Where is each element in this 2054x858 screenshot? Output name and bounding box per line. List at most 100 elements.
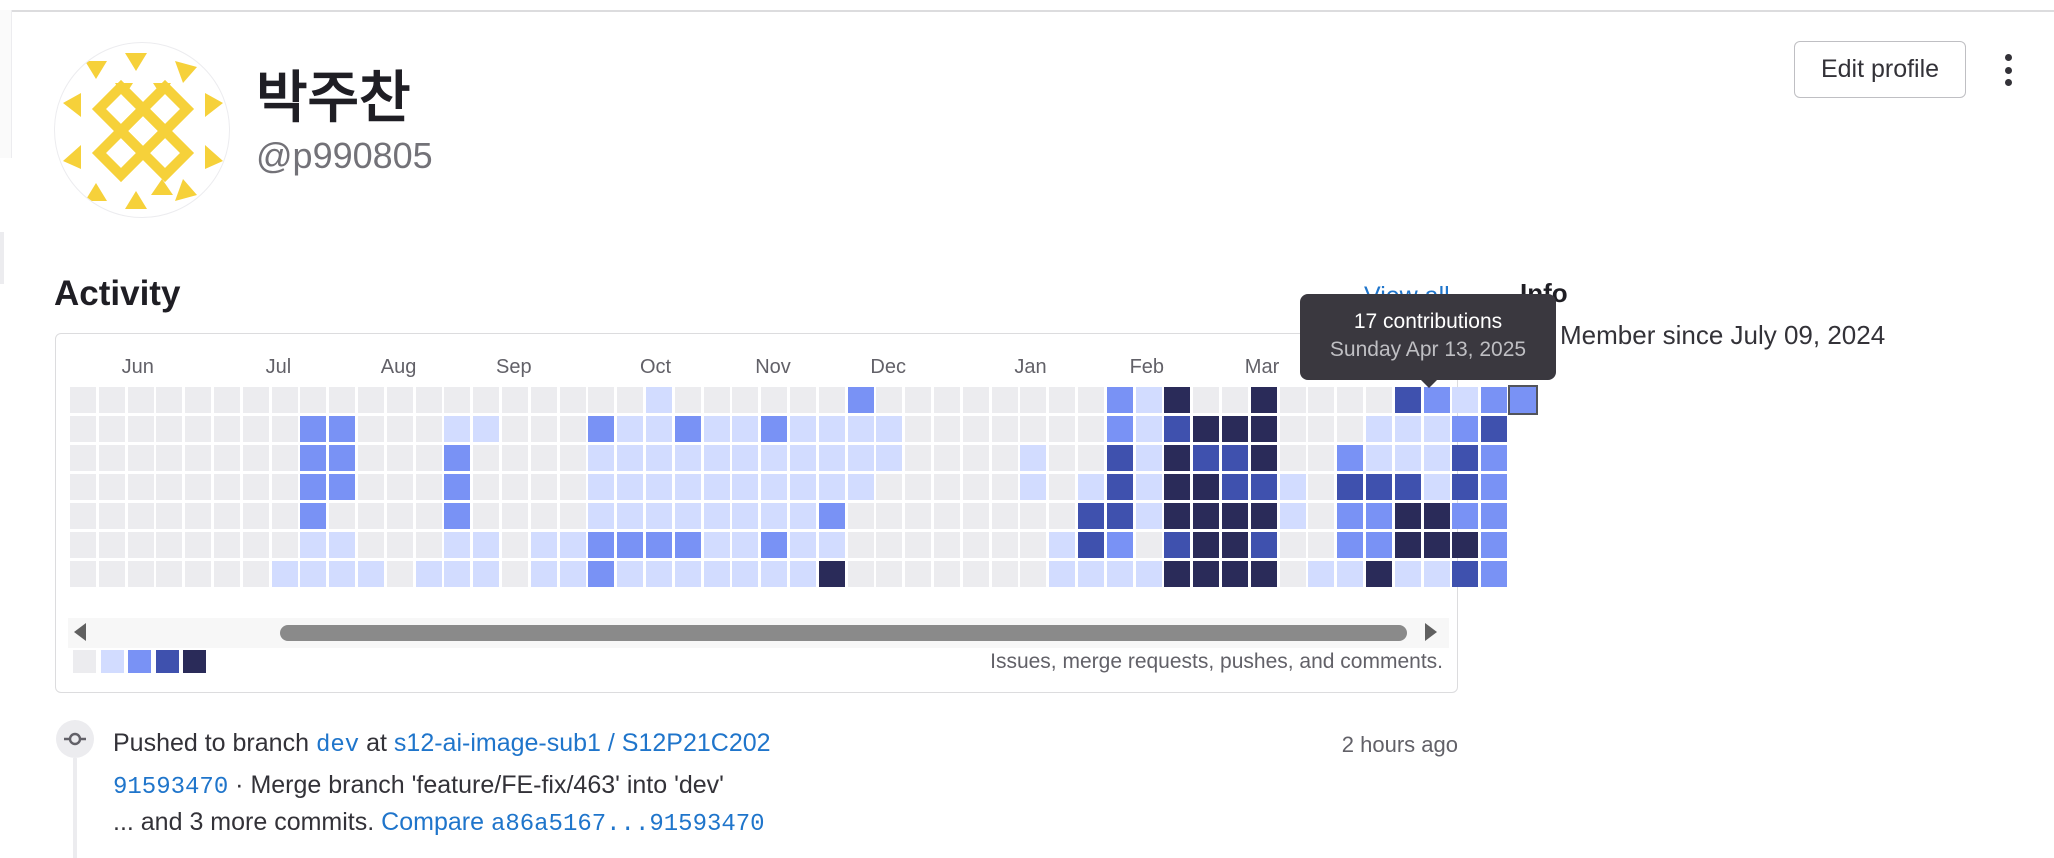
calendar-day-cell[interactable]	[1366, 387, 1392, 413]
calendar-day-cell[interactable]	[1106, 387, 1133, 413]
calendar-day-cell[interactable]	[790, 503, 816, 529]
calendar-day-cell[interactable]	[1337, 416, 1364, 442]
calendar-day-cell[interactable]	[847, 474, 874, 500]
calendar-day-cell[interactable]	[1308, 503, 1335, 529]
calendar-day-cell[interactable]	[646, 503, 672, 529]
calendar-day-cell[interactable]	[1394, 445, 1421, 471]
calendar-day-cell[interactable]	[1049, 474, 1076, 500]
calendar-day-cell[interactable]	[876, 532, 903, 558]
calendar-day-cell[interactable]	[530, 445, 557, 471]
calendar-day-cell[interactable]	[1222, 503, 1248, 529]
calendar-day-cell[interactable]	[617, 561, 644, 587]
calendar-day-cell[interactable]	[1337, 532, 1364, 558]
calendar-day-cell[interactable]	[300, 445, 327, 471]
calendar-day-cell[interactable]	[502, 474, 528, 500]
calendar-day-cell[interactable]	[1078, 387, 1104, 413]
calendar-day-cell[interactable]	[271, 416, 298, 442]
calendar-day-cell[interactable]	[98, 387, 125, 413]
calendar-day-cell[interactable]	[1481, 416, 1508, 442]
calendar-day-cell[interactable]	[156, 445, 183, 471]
calendar-day-cell[interactable]	[271, 503, 298, 529]
calendar-day-cell[interactable]	[1222, 474, 1248, 500]
calendar-day-cell[interactable]	[559, 561, 586, 587]
calendar-day-cell[interactable]	[559, 416, 586, 442]
calendar-day-cell[interactable]	[242, 503, 269, 529]
calendar-day-cell[interactable]	[70, 532, 96, 558]
calendar-day-cell[interactable]	[271, 445, 298, 471]
calendar-day-cell[interactable]	[646, 532, 672, 558]
calendar-day-cell[interactable]	[1078, 532, 1104, 558]
calendar-day-cell[interactable]	[559, 474, 586, 500]
calendar-day-cell[interactable]	[502, 445, 528, 471]
calendar-day-cell[interactable]	[98, 474, 125, 500]
branch-link[interactable]: dev	[316, 732, 359, 759]
calendar-day-cell[interactable]	[1279, 503, 1306, 529]
calendar-day-cell[interactable]	[1049, 503, 1076, 529]
calendar-day-cell[interactable]	[1250, 503, 1277, 529]
calendar-day-cell[interactable]	[386, 416, 413, 442]
calendar-day-cell[interactable]	[1078, 416, 1104, 442]
calendar-day-cell[interactable]	[473, 416, 500, 442]
calendar-day-cell[interactable]	[934, 474, 960, 500]
calendar-day-cell[interactable]	[1020, 561, 1047, 587]
calendar-day-cell[interactable]	[674, 561, 701, 587]
calendar-day-cell[interactable]	[502, 416, 528, 442]
calendar-day-cell[interactable]	[703, 474, 730, 500]
calendar-day-cell[interactable]	[358, 416, 384, 442]
calendar-day-cell[interactable]	[732, 416, 759, 442]
calendar-day-cell[interactable]	[242, 387, 269, 413]
calendar-day-cell[interactable]	[1135, 445, 1162, 471]
calendar-day-cell[interactable]	[1394, 532, 1421, 558]
calendar-day-cell[interactable]	[1135, 503, 1162, 529]
calendar-day-cell[interactable]	[1193, 416, 1220, 442]
calendar-day-cell[interactable]	[127, 474, 154, 500]
calendar-day-cell[interactable]	[991, 445, 1018, 471]
calendar-day-cell[interactable]	[674, 503, 701, 529]
calendar-day-cell[interactable]	[530, 387, 557, 413]
calendar-day-cell[interactable]	[329, 503, 356, 529]
calendar-day-cell[interactable]	[444, 387, 471, 413]
calendar-day-cell[interactable]	[790, 445, 816, 471]
calendar-day-cell[interactable]	[962, 503, 989, 529]
calendar-day-cell[interactable]	[905, 474, 932, 500]
calendar-day-cell[interactable]	[98, 561, 125, 587]
calendar-day-cell[interactable]	[473, 532, 500, 558]
calendar-day-cell[interactable]	[617, 387, 644, 413]
calendar-day-cell[interactable]	[1164, 561, 1191, 587]
left-sidebar-handle[interactable]	[0, 232, 4, 284]
calendar-day-cell[interactable]	[1279, 474, 1306, 500]
calendar-day-cell[interactable]	[732, 503, 759, 529]
calendar-day-cell[interactable]	[1020, 503, 1047, 529]
compare-link[interactable]: Compare a86a5167...91593470	[381, 808, 764, 838]
calendar-day-cell[interactable]	[271, 387, 298, 413]
calendar-day-cell[interactable]	[588, 561, 615, 587]
calendar-day-cell[interactable]	[127, 445, 154, 471]
calendar-day-cell[interactable]	[588, 503, 615, 529]
calendar-day-cell[interactable]	[1423, 561, 1450, 587]
calendar-day-cell[interactable]	[185, 445, 212, 471]
calendar-day-cell[interactable]	[905, 387, 932, 413]
calendar-day-cell[interactable]	[415, 474, 442, 500]
calendar-day-cell[interactable]	[761, 445, 788, 471]
calendar-day-cell[interactable]	[127, 387, 154, 413]
calendar-day-cell[interactable]	[156, 387, 183, 413]
calendar-day-cell[interactable]	[1106, 532, 1133, 558]
calendar-day-cell[interactable]	[1279, 387, 1306, 413]
calendar-day-cell[interactable]	[905, 503, 932, 529]
calendar-day-cell[interactable]	[703, 387, 730, 413]
calendar-day-cell[interactable]	[242, 474, 269, 500]
calendar-day-cell[interactable]	[1020, 474, 1047, 500]
calendar-day-cell[interactable]	[847, 532, 874, 558]
calendar-day-cell[interactable]	[732, 561, 759, 587]
calendar-day-cell[interactable]	[674, 445, 701, 471]
calendar-day-cell[interactable]	[790, 561, 816, 587]
calendar-day-cell[interactable]	[1106, 474, 1133, 500]
calendar-day-cell[interactable]	[876, 503, 903, 529]
calendar-day-cell[interactable]	[473, 387, 500, 413]
calendar-day-cell[interactable]	[703, 561, 730, 587]
calendar-day-cell[interactable]	[818, 532, 845, 558]
calendar-day-cell[interactable]	[70, 445, 96, 471]
calendar-day-cell[interactable]	[156, 561, 183, 587]
calendar-day-cell[interactable]	[1049, 561, 1076, 587]
calendar-day-cell[interactable]	[617, 416, 644, 442]
